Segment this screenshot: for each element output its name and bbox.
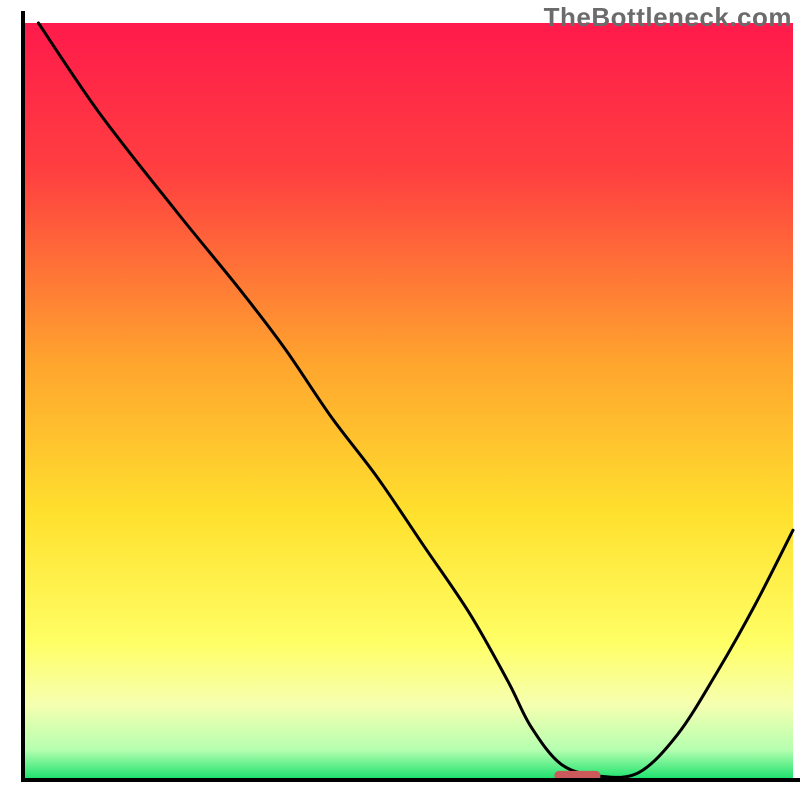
- watermark-text: TheBottleneck.com: [544, 2, 792, 33]
- gradient-background: [23, 23, 793, 780]
- bottleneck-chart: TheBottleneck.com: [0, 0, 800, 800]
- chart-svg: [0, 0, 800, 800]
